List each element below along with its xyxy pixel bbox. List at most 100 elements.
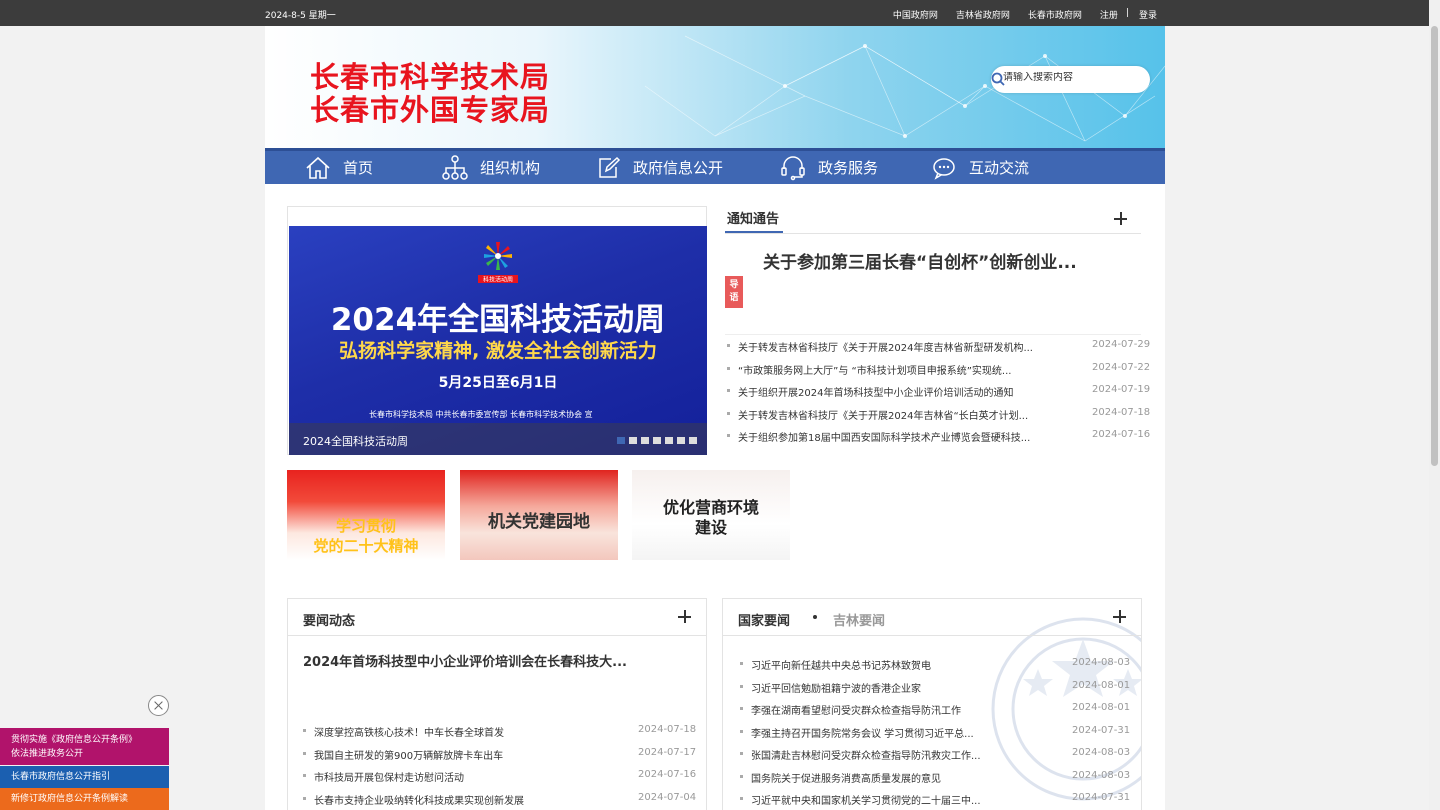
notice-more-icon[interactable] bbox=[1114, 212, 1127, 225]
search-box bbox=[991, 66, 1150, 93]
bullet bbox=[727, 434, 730, 437]
slider-dot[interactable] bbox=[617, 437, 625, 444]
search-icon[interactable] bbox=[991, 72, 1005, 86]
nav-item-organization[interactable]: 组织机构 bbox=[442, 151, 540, 184]
list-item-title[interactable]: 关于转发吉林省科技厅《关于开展2024年吉林省“长白英才计划... bbox=[738, 407, 1048, 422]
date-text: 2024-8-5 星期一 bbox=[265, 11, 336, 21]
list-item-title[interactable]: 习近平就中央和国家机关学习贯彻党的二十届三中... bbox=[751, 792, 1066, 807]
list-item[interactable]: 长春市支持企业吸纳转化科技成果实现创新发展 2024-07-04 bbox=[303, 792, 696, 807]
list-item-title[interactable]: 长春市支持企业吸纳转化科技成果实现创新发展 bbox=[314, 792, 629, 807]
image-slider[interactable]: 科技活动周 2024年全国科技活动周 弘扬科学家精神, 激发全社会创新活力 5月… bbox=[287, 206, 707, 455]
list-item-title[interactable]: 我国自主研发的第900万辆解放牌卡车出车 bbox=[314, 747, 629, 762]
register-link[interactable]: 注册 bbox=[1100, 8, 1118, 21]
list-item-title[interactable]: 市科技局开展包保村走访慰问活动 bbox=[314, 769, 629, 784]
close-ads-icon[interactable] bbox=[148, 695, 169, 716]
slider-dots bbox=[617, 437, 697, 444]
scrollbar[interactable] bbox=[1429, 0, 1440, 810]
news-heading[interactable]: 要闻动态 bbox=[303, 610, 355, 629]
list-item-title[interactable]: 关于组织参加第18届中国西安国际科学技术产业博览会暨硬科技... bbox=[738, 429, 1048, 444]
ad-gov-info-regulation[interactable]: 贯彻实施《政府信息公开条例》 依法推进政务公开 bbox=[0, 728, 169, 765]
promo-label: 机关党建园地 bbox=[488, 512, 590, 532]
national-news-panel: 国家要闻 吉林要闻 习近平向新任越共中央总书记苏林致贺电 2024-08-03 习近… bbox=[722, 598, 1142, 810]
nav-label: 政府信息公开 bbox=[633, 159, 724, 177]
slider-dot[interactable] bbox=[641, 437, 649, 444]
list-item[interactable]: 国务院关于促进服务消费高质量发展的意见 2024-08-03 bbox=[740, 770, 1130, 785]
list-item-date: 2024-07-29 bbox=[1092, 339, 1151, 350]
slider-dot[interactable] bbox=[629, 437, 637, 444]
list-item[interactable]: “市政策服务网上大厅”与 “市科技计划项目申报系统”实现统... 2024-07-… bbox=[727, 362, 1150, 377]
slider-dot[interactable] bbox=[677, 437, 685, 444]
slider-dot[interactable] bbox=[665, 437, 673, 444]
tab-separator-dot bbox=[813, 615, 817, 619]
list-item-title[interactable]: 张国清赴吉林慰问受灾群众检查指导防汛救灾工作... bbox=[751, 747, 1066, 762]
slider-dot[interactable] bbox=[653, 437, 661, 444]
news-list: 深度掌控高铁核心技术！中车长春全球首发 2024-07-18 我国自主研发的第900… bbox=[303, 724, 696, 810]
edit-icon bbox=[599, 156, 621, 178]
list-item-title[interactable]: 深度掌控高铁核心技术！中车长春全球首发 bbox=[314, 724, 629, 739]
list-item[interactable]: 习近平向新任越共中央总书记苏林致贺电 2024-08-03 bbox=[740, 657, 1130, 672]
slide-organizers: 长春市科学技术局 中共长春市委宣传部 长春市科学技术协会 宣 bbox=[369, 410, 593, 419]
notice-list: 关于转发吉林省科技厅《关于开展2024年度吉林省新型研发机构... 2024-07… bbox=[727, 339, 1150, 449]
list-item-date: 2024-07-16 bbox=[1092, 429, 1151, 440]
top-links: 中国政府网 吉林省政府网 长春市政府网 注册 | 登录 bbox=[875, 8, 1157, 21]
divider bbox=[725, 334, 1141, 335]
list-item[interactable]: 习近平回信勉励祖籍宁波的香港企业家 2024-08-01 bbox=[740, 680, 1130, 695]
nav-item-home[interactable]: 首页 bbox=[305, 151, 373, 184]
national-more-icon[interactable] bbox=[1113, 610, 1126, 623]
list-item-title[interactable]: 国务院关于促进服务消费高质量发展的意见 bbox=[751, 770, 1066, 785]
list-item-title[interactable]: “市政策服务网上大厅”与 “市科技计划项目申报系统”实现统... bbox=[738, 362, 1048, 377]
slide-caption[interactable]: 2024全国科技活动周 bbox=[303, 433, 408, 449]
nav-label: 首页 bbox=[343, 159, 374, 177]
home-icon bbox=[306, 156, 330, 179]
top-bar: 2024-8-5 星期一 中国政府网 吉林省政府网 长春市政府网 注册 | 登录 bbox=[0, 0, 1429, 26]
science-week-logo: 科技活动周 bbox=[478, 242, 518, 284]
slide-heading: 2024年全国科技活动周 bbox=[330, 302, 666, 338]
list-item[interactable]: 关于转发吉林省科技厅《关于开展2024年吉林省“长白英才计划... 2024-07… bbox=[727, 407, 1150, 422]
list-item-title[interactable]: 关于组织开展2024年首场科技型中小企业评价培训活动的通知 bbox=[738, 384, 1048, 399]
bullet bbox=[303, 774, 306, 777]
login-link[interactable]: 登录 bbox=[1139, 8, 1157, 21]
list-item[interactable]: 李强主持召开国务院常务会议 学习贯彻习近平总... 2024-07-31 bbox=[740, 725, 1130, 740]
list-item-title[interactable]: 李强在湖南看望慰问受灾群众检查指导防汛工作 bbox=[751, 702, 1066, 717]
ad-regulation-interpretation[interactable]: 新修订政府信息公开条例解读 bbox=[0, 788, 169, 810]
news-featured[interactable]: 2024年首场科技型中小企业评价培训会在长春科技大... bbox=[303, 651, 627, 670]
bullet bbox=[740, 729, 743, 733]
scrollbar-thumb[interactable] bbox=[1431, 26, 1438, 466]
list-item[interactable]: 关于转发吉林省科技厅《关于开展2024年度吉林省新型研发机构... 2024-07… bbox=[727, 339, 1150, 354]
list-item[interactable]: 市科技局开展包保村走访慰问活动 2024-07-16 bbox=[303, 769, 696, 784]
list-item[interactable]: 张国清赴吉林慰问受灾群众检查指导防汛救灾工作... 2024-08-03 bbox=[740, 747, 1130, 762]
promo-party-building[interactable]: 机关党建园地 bbox=[460, 470, 618, 560]
nav-item-gov-info[interactable]: 政府信息公开 bbox=[597, 151, 723, 184]
list-item[interactable]: 关于组织开展2024年首场科技型中小企业评价培训活动的通知 2024-07-19 bbox=[727, 384, 1150, 399]
bullet bbox=[740, 797, 743, 800]
notice-heading[interactable]: 通知通告 bbox=[727, 208, 779, 227]
national-news-tab[interactable]: 国家要闻 bbox=[738, 610, 790, 629]
list-item[interactable]: 深度掌控高铁核心技术！中车长春全球首发 2024-07-18 bbox=[303, 724, 696, 739]
ad-label: 长春市政府信息公开指引 bbox=[11, 772, 111, 782]
ad-gov-info-guide[interactable]: 长春市政府信息公开指引 bbox=[0, 766, 169, 788]
list-item[interactable]: 李强在湖南看望慰问受灾群众检查指导防汛工作 2024-08-01 bbox=[740, 702, 1130, 717]
promo-business-environment[interactable]: 优化营商环境 建设 bbox=[632, 470, 790, 560]
search-input[interactable] bbox=[1003, 72, 1118, 83]
link-china-gov[interactable]: 中国政府网 bbox=[893, 8, 938, 21]
link-jilin-gov[interactable]: 吉林省政府网 bbox=[956, 8, 1010, 21]
slider-dot[interactable] bbox=[689, 437, 697, 444]
promo-label: 学习贯彻 党的二十大精神 bbox=[313, 517, 419, 555]
nav-item-interaction[interactable]: 互动交流 bbox=[931, 151, 1029, 184]
list-item-title[interactable]: 习近平回信勉励祖籍宁波的香港企业家 bbox=[751, 680, 1066, 695]
slide-image[interactable]: 科技活动周 2024年全国科技活动周 弘扬科学家精神, 激发全社会创新活力 5月… bbox=[289, 226, 707, 455]
list-item-date: 2024-07-19 bbox=[1092, 384, 1151, 395]
list-item-title[interactable]: 关于转发吉林省科技厅《关于开展2024年度吉林省新型研发机构... bbox=[738, 339, 1048, 354]
list-item[interactable]: 关于组织参加第18届中国西安国际科学技术产业博览会暨硬科技... 2024-07-… bbox=[727, 429, 1150, 444]
bullet bbox=[740, 752, 743, 755]
jilin-news-tab[interactable]: 吉林要闻 bbox=[833, 610, 885, 629]
news-more-icon[interactable] bbox=[678, 610, 691, 623]
nav-item-services[interactable]: 政务服务 bbox=[780, 151, 878, 184]
notice-featured[interactable]: 关于参加第三届长春“自创杯”创新创业... bbox=[763, 248, 1077, 273]
link-changchun-gov[interactable]: 长春市政府网 bbox=[1028, 8, 1082, 21]
list-item[interactable]: 习近平就中央和国家机关学习贯彻党的二十届三中... 2024-07-31 bbox=[740, 792, 1130, 807]
promo-study-congress[interactable]: 学习贯彻 党的二十大精神 bbox=[287, 470, 445, 560]
list-item-title[interactable]: 李强主持召开国务院常务会议 学习贯彻习近平总... bbox=[751, 725, 1066, 740]
list-item-title[interactable]: 习近平向新任越共中央总书记苏林致贺电 bbox=[751, 657, 1066, 672]
list-item[interactable]: 我国自主研发的第900万辆解放牌卡车出车 2024-07-17 bbox=[303, 747, 696, 762]
